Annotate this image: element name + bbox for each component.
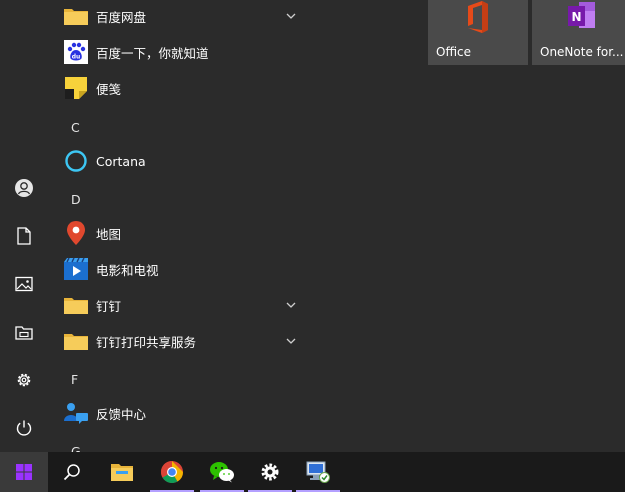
document-icon	[17, 227, 31, 245]
app-item-maps[interactable]: 地图	[48, 215, 310, 251]
file-explorer-icon	[111, 464, 133, 481]
tile-office[interactable]: Office	[428, 0, 528, 65]
rail-power-button[interactable]	[0, 404, 48, 452]
app-label: Cortana	[96, 153, 146, 169]
wechat-icon	[210, 462, 234, 483]
taskbar-chrome-button[interactable]	[148, 452, 196, 492]
folder-icon	[62, 291, 90, 319]
app-label: 钉钉打印共享服务	[96, 334, 197, 350]
letter-header-f[interactable]: F	[48, 361, 310, 397]
app-item-dingtalk-print[interactable]: 钉钉打印共享服务	[48, 323, 310, 359]
pictures-icon	[15, 276, 33, 292]
app-item-dingtalk[interactable]: 钉钉	[48, 287, 310, 323]
rail-file-explorer-button[interactable]	[0, 308, 48, 356]
app-item-baidu-netdisk[interactable]: 百度网盘	[48, 0, 310, 34]
rail-user-account-button[interactable]	[0, 164, 48, 212]
start-menu: 百度网盘 du 百度一下，你就知道 便笺 C Cortana D 地图 电影和电…	[0, 0, 625, 452]
chevron-down-icon[interactable]	[284, 298, 298, 312]
start-left-rail	[0, 0, 48, 452]
app-label: 钉钉	[96, 298, 122, 314]
power-icon	[16, 420, 32, 436]
movies-tv-icon	[62, 255, 90, 283]
feedback-hub-icon	[62, 399, 90, 427]
taskbar-remote-desktop-button[interactable]	[294, 452, 342, 492]
taskbar-settings-button[interactable]	[246, 452, 294, 492]
search-icon	[63, 464, 80, 481]
onenote-icon: N	[566, 0, 598, 34]
tile-label: OneNote for...	[540, 45, 624, 59]
remote-desktop-icon	[306, 461, 330, 483]
app-label: 百度一下，你就知道	[96, 45, 209, 61]
app-item-cortana[interactable]: Cortana	[48, 143, 310, 179]
baidu-icon: du	[62, 38, 90, 66]
cortana-icon	[62, 147, 90, 175]
tile-label: Office	[436, 45, 472, 59]
sticky-notes-icon	[62, 74, 90, 102]
user-icon	[15, 179, 33, 197]
chrome-icon	[161, 461, 183, 483]
chevron-down-icon[interactable]	[284, 9, 298, 23]
letter-header-g[interactable]: G	[48, 433, 310, 453]
windows-logo-icon	[16, 464, 32, 480]
chevron-down-icon[interactable]	[284, 334, 298, 348]
office-icon	[462, 0, 494, 34]
app-item-baidu-search[interactable]: du 百度一下，你就知道	[48, 34, 310, 70]
svg-text:du: du	[72, 54, 81, 61]
taskbar-wechat-button[interactable]	[198, 452, 246, 492]
taskbar-search-button[interactable]	[48, 452, 96, 492]
tile-onenote[interactable]: N OneNote for...	[532, 0, 625, 65]
gear-icon	[17, 373, 31, 387]
start-button[interactable]	[0, 452, 48, 492]
rail-documents-button[interactable]	[0, 212, 48, 260]
letter-header-d[interactable]: D	[48, 181, 310, 217]
taskbar	[0, 452, 625, 492]
app-item-feedback-hub[interactable]: 反馈中心	[48, 395, 310, 431]
app-item-movies-tv[interactable]: 电影和电视	[48, 251, 310, 287]
file-explorer-icon	[15, 326, 33, 340]
app-label: 反馈中心	[96, 406, 147, 422]
svg-text:N: N	[571, 10, 581, 24]
maps-icon	[62, 219, 90, 247]
app-item-sticky-notes[interactable]: 便笺	[48, 70, 310, 106]
app-list: 百度网盘 du 百度一下，你就知道 便笺 C Cortana D 地图 电影和电…	[48, 0, 310, 452]
folder-icon	[62, 327, 90, 355]
taskbar-file-explorer-button[interactable]	[98, 452, 146, 492]
app-label: 地图	[96, 226, 122, 242]
folder-icon	[62, 2, 90, 30]
app-label: 电影和电视	[96, 262, 159, 278]
rail-pictures-button[interactable]	[0, 260, 48, 308]
app-label: 便笺	[96, 81, 122, 97]
letter-header-c[interactable]: C	[48, 109, 310, 145]
app-label: 百度网盘	[96, 9, 147, 25]
rail-settings-button[interactable]	[0, 356, 48, 404]
gear-icon	[261, 463, 279, 481]
